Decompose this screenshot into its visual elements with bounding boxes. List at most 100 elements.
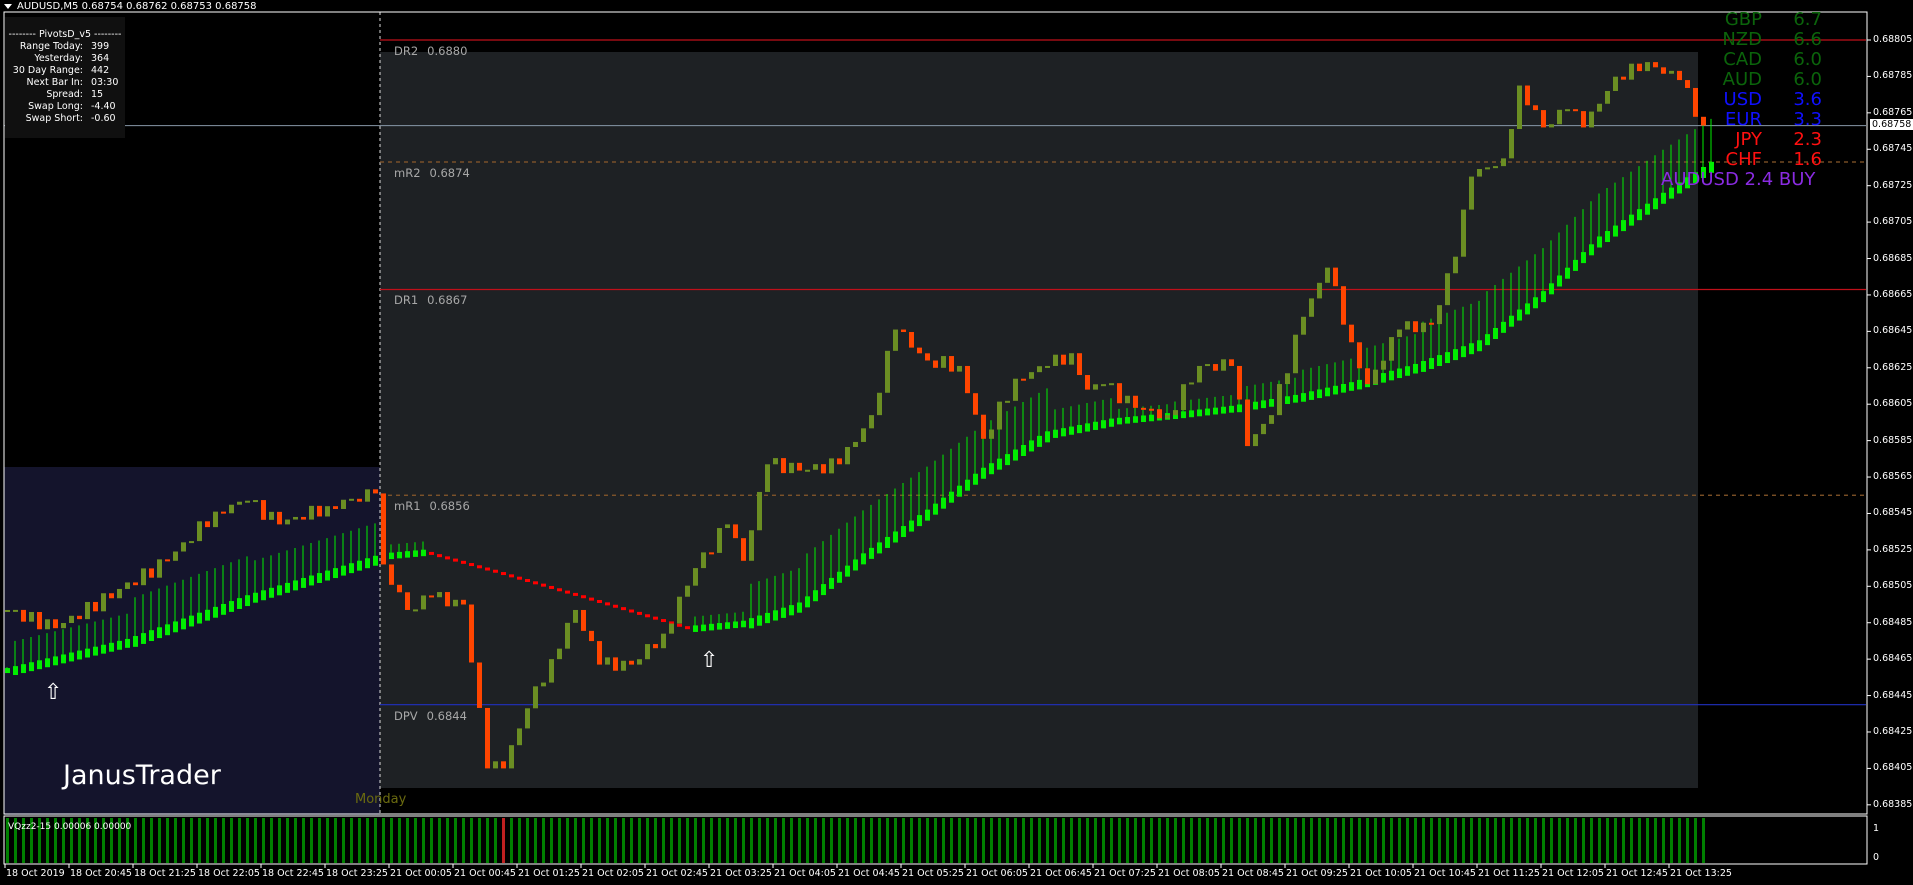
currency-name: GBP — [1724, 9, 1762, 30]
histogram-bar — [1078, 818, 1081, 863]
histogram-bar — [1142, 818, 1145, 863]
candle — [1213, 364, 1218, 371]
histogram-bar — [926, 818, 929, 863]
candle — [501, 761, 506, 769]
candle — [477, 662, 482, 708]
candle — [925, 353, 930, 361]
buy-arrow-icon: ⇧ — [700, 647, 719, 673]
histogram-bar — [446, 818, 449, 863]
info-value: -0.60 — [91, 113, 116, 124]
currency-value: 3.3 — [1793, 109, 1822, 130]
candle — [13, 609, 18, 612]
histogram-bar — [1470, 818, 1473, 863]
histogram-bar — [366, 818, 369, 863]
candle — [285, 519, 290, 525]
candle — [277, 511, 282, 525]
histogram-bar — [782, 818, 785, 863]
histogram-bar — [1246, 818, 1249, 863]
candle — [1269, 415, 1274, 424]
info-label: Yesterday: — [34, 53, 83, 64]
pivot-label-dr2: DR2 0.6880 — [394, 44, 467, 58]
histogram-bar — [1110, 818, 1113, 863]
candle — [1005, 400, 1010, 403]
collapse-triangle-icon[interactable] — [4, 3, 12, 9]
histogram-bar — [998, 818, 1001, 863]
histogram-bar — [1334, 818, 1337, 863]
time-axis-label: 21 Oct 00:05 — [390, 868, 452, 879]
histogram-bar — [302, 818, 305, 863]
candle — [1405, 321, 1410, 330]
histogram-bar — [894, 818, 897, 863]
time-axis-label: 18 Oct 21:25 — [134, 868, 196, 879]
time-axis-label: 21 Oct 04:05 — [774, 868, 836, 879]
pivot-value: 0.6874 — [429, 166, 470, 180]
candle — [1485, 167, 1490, 170]
time-axis-label: 21 Oct 11:25 — [1478, 868, 1540, 879]
candle — [309, 505, 314, 520]
candle — [1613, 76, 1618, 91]
histogram-bar — [846, 818, 849, 863]
candle — [589, 630, 594, 642]
candle — [421, 595, 426, 610]
currency-name: JPY — [1735, 129, 1762, 150]
candle — [933, 360, 938, 368]
candle — [213, 511, 218, 528]
candle — [1261, 423, 1266, 435]
histogram-bar — [1638, 818, 1641, 863]
ma-point — [637, 611, 642, 615]
histogram-bar — [286, 818, 289, 863]
trade-signal: AUDUSD 2.4 BUY — [1661, 169, 1816, 190]
candle — [581, 609, 586, 631]
ma-point — [429, 551, 434, 555]
histogram-bar — [958, 818, 961, 863]
histogram-bar — [1694, 818, 1697, 863]
price-axis-label: 0.68765 — [1873, 106, 1913, 118]
histogram-bar — [1662, 818, 1665, 863]
candle — [77, 615, 82, 620]
candle — [189, 541, 194, 544]
histogram-bar — [158, 818, 161, 863]
histogram-bar — [1614, 818, 1617, 863]
histogram-bar — [1006, 818, 1009, 863]
candle — [437, 592, 442, 598]
ma-point — [517, 576, 522, 580]
candle — [829, 458, 834, 474]
histogram-bar — [1070, 818, 1073, 863]
histogram-bar — [606, 818, 609, 863]
histogram-bar — [398, 818, 401, 863]
histogram-bar — [350, 818, 353, 863]
histogram-bar — [614, 818, 617, 863]
histogram-bar — [1310, 818, 1313, 863]
histogram-bar — [1262, 818, 1265, 863]
candle — [357, 498, 362, 502]
time-axis-label: 21 Oct 13:25 — [1670, 868, 1732, 879]
ma-point — [469, 563, 474, 567]
candle — [1533, 105, 1538, 111]
histogram-bar — [758, 818, 761, 863]
histogram-bar — [1422, 818, 1425, 863]
currency-name: CHF — [1725, 149, 1762, 170]
info-row: Swap Short: -0.60 — [5, 113, 125, 125]
histogram-bar — [1094, 818, 1097, 863]
info-value: 15 — [91, 89, 104, 100]
candle — [901, 329, 906, 333]
info-label: 30 Day Range: — [12, 65, 83, 76]
histogram-bar — [1542, 818, 1545, 863]
candle — [101, 593, 106, 612]
currency-value: 3.6 — [1793, 89, 1822, 110]
price-axis-label: 0.68705 — [1873, 216, 1913, 228]
histogram-bar — [646, 818, 649, 863]
histogram-bar — [1054, 818, 1057, 863]
histogram-bar — [1606, 818, 1609, 863]
info-value: 399 — [91, 41, 110, 52]
histogram-bar — [1166, 818, 1169, 863]
price-chart[interactable] — [0, 0, 1913, 885]
time-axis-label: 18 Oct 20:45 — [70, 868, 132, 879]
histogram-bar — [1022, 818, 1025, 863]
price-axis-label: 0.68485 — [1873, 616, 1913, 628]
info-value: 364 — [91, 53, 110, 64]
time-axis-label: 21 Oct 12:05 — [1542, 868, 1604, 879]
info-value: -4.40 — [91, 101, 116, 112]
chart-title[interactable]: AUDUSD,M5 0.68754 0.68762 0.68753 0.6875… — [4, 1, 257, 12]
candle — [1413, 321, 1418, 333]
